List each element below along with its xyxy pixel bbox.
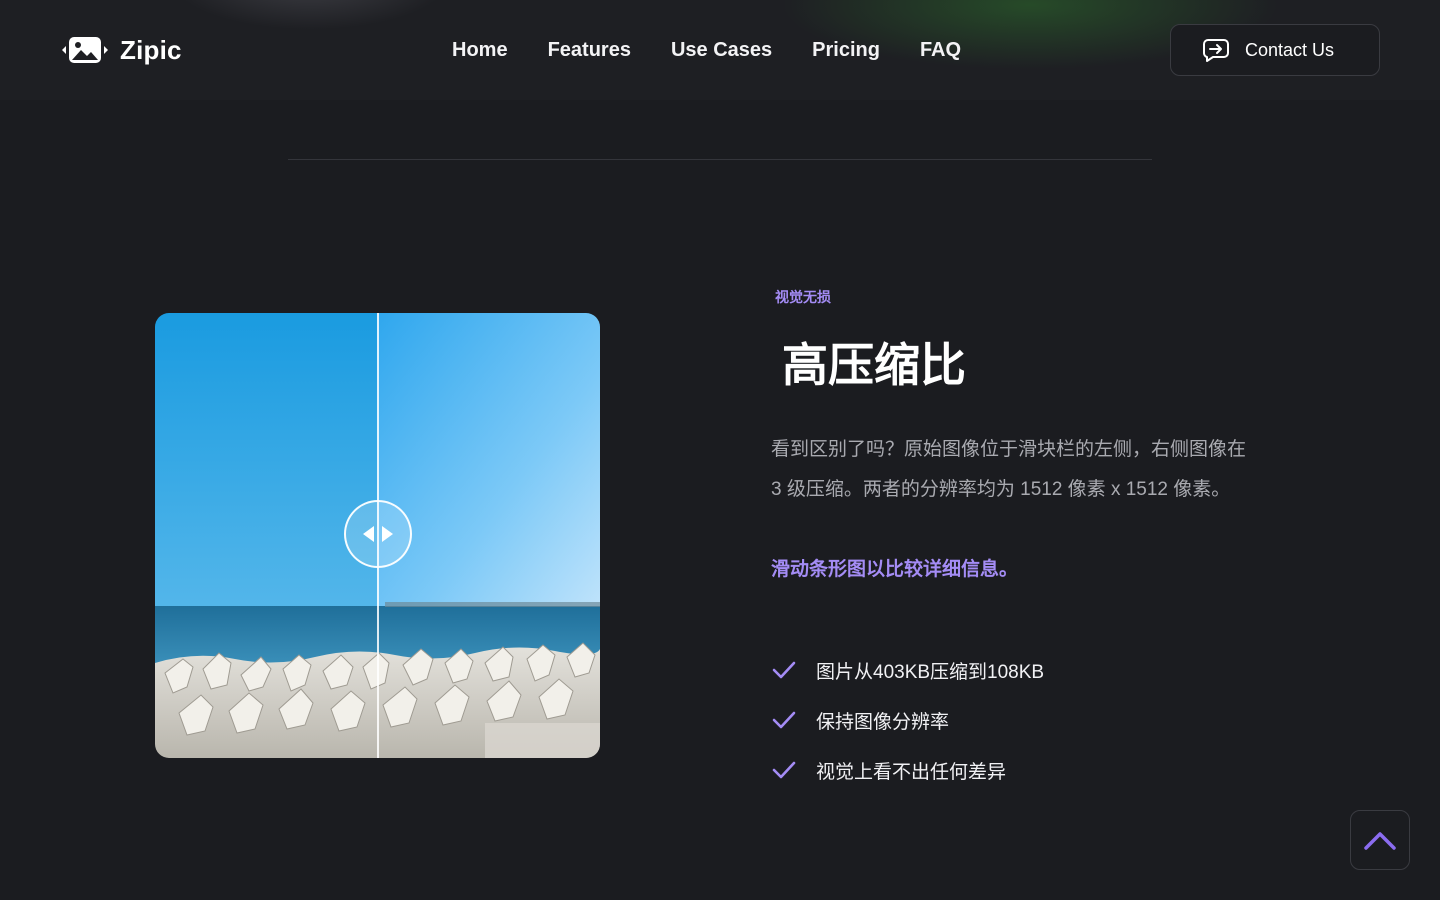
header-glow-decoration [170,0,450,30]
chat-arrow-icon [1203,39,1229,62]
arrow-left-icon [363,526,374,542]
check-icon [772,761,796,779]
nav-home[interactable]: Home [452,36,508,64]
nav-faq[interactable]: FAQ [920,36,961,64]
main-nav: Home Features Use Cases Pricing FAQ [452,36,961,64]
section-title: 高压缩比 [782,339,966,391]
slider-hint: 滑动条形图以比较详细信息。 [771,559,1019,580]
feature-text: 视觉上看不出任何差异 [816,761,1007,783]
check-icon [772,661,796,679]
feature-item: 图片从403KB压缩到108KB [772,645,1044,695]
image-compare-slider[interactable] [155,313,600,758]
brand-name: Zipic [120,34,182,65]
section-divider [288,159,1152,160]
site-header: Zipic Home Features Use Cases Pricing FA… [0,0,1440,100]
nav-pricing[interactable]: Pricing [812,36,880,64]
section-eyebrow: 视觉无损 [775,289,831,305]
chevron-up-icon [1364,832,1396,850]
section-description: 看到区别了吗？原始图像位于滑块栏的左侧，右侧图像在 3 级压缩。两者的分辨率均为… [771,439,1247,500]
feature-item: 视觉上看不出任何差异 [772,745,1044,795]
contact-us-button[interactable]: Contact Us [1170,24,1380,76]
feature-item: 保持图像分辨率 [772,695,1044,745]
nav-use-cases[interactable]: Use Cases [671,36,772,64]
image-compress-icon [62,37,108,63]
feature-text: 图片从403KB压缩到108KB [816,661,1045,683]
feature-list: 图片从403KB压缩到108KB 保持图像分辨率 视觉上看不出任何差异 [772,645,1044,795]
arrow-right-icon [382,526,393,542]
contact-us-label: Contact Us [1245,39,1335,60]
brand-logo[interactable]: Zipic [60,34,182,66]
nav-features[interactable]: Features [548,36,631,64]
scroll-to-top-button[interactable] [1350,810,1410,870]
compare-slider-handle[interactable] [344,500,412,568]
check-icon [772,711,796,729]
feature-text: 保持图像分辨率 [816,711,950,733]
